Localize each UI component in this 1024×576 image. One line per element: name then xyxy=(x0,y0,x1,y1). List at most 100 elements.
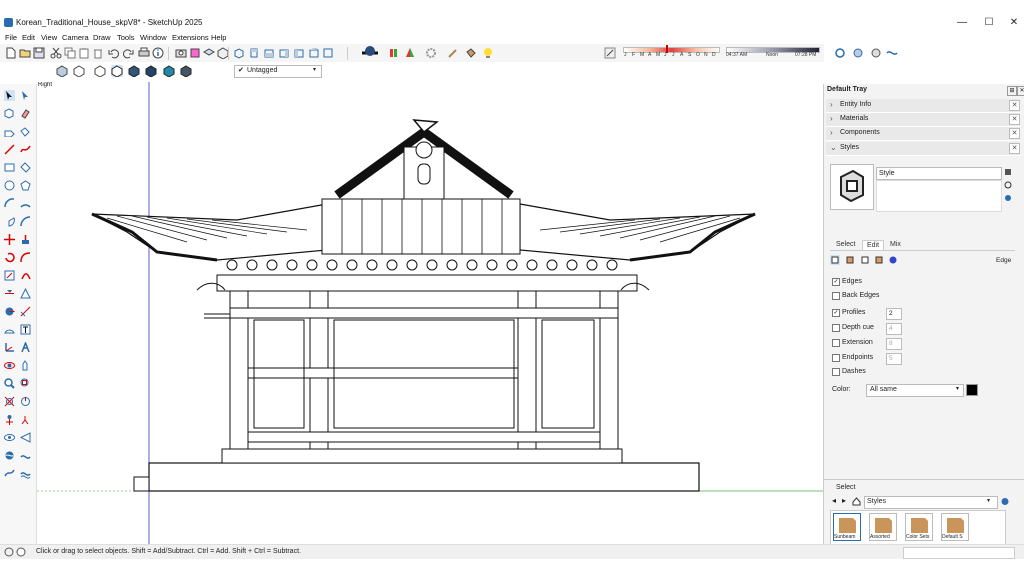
panel-close-icon[interactable]: ✕ xyxy=(1009,128,1020,139)
previous-view-icon[interactable] xyxy=(20,396,31,407)
menu-file[interactable]: File xyxy=(5,33,17,42)
ambient-occlusion-icon[interactable] xyxy=(180,65,192,77)
details-menu-icon[interactable] xyxy=(1000,497,1010,506)
modeling-viewport[interactable]: Right xyxy=(37,82,823,544)
shadows-toggle-icon[interactable] xyxy=(604,47,616,59)
protractor-icon[interactable] xyxy=(4,324,15,335)
new-file-icon[interactable] xyxy=(5,47,17,59)
stamp-icon[interactable] xyxy=(20,468,31,479)
layers-icon[interactable] xyxy=(203,47,215,59)
paste-icon[interactable] xyxy=(78,47,90,59)
panel-close-icon[interactable]: ✕ xyxy=(1009,143,1020,154)
xray-style-icon[interactable] xyxy=(56,65,68,77)
minimize-button[interactable]: — xyxy=(950,16,974,30)
copy-icon[interactable] xyxy=(64,47,76,59)
shaded-textures-style-icon[interactable] xyxy=(145,65,157,77)
material-colors-icon[interactable] xyxy=(404,47,416,59)
right-view-icon[interactable] xyxy=(278,47,290,59)
panel-close-icon[interactable]: ✕ xyxy=(1009,100,1020,111)
tag-dropdown[interactable]: ✔ Untagged ▾ xyxy=(234,65,322,78)
close-button[interactable]: ✕ xyxy=(1002,16,1024,30)
polygon-tool-icon[interactable] xyxy=(20,180,31,191)
menu-tools[interactable]: Tools xyxy=(117,33,135,42)
menu-camera[interactable]: Camera xyxy=(62,33,89,42)
refresh-icon[interactable] xyxy=(1004,181,1012,189)
watermark-settings-icon[interactable] xyxy=(874,255,884,265)
zoom-extents-icon[interactable] xyxy=(4,396,15,407)
depth-cue-checkbox[interactable] xyxy=(832,324,840,332)
style-library-dropdown[interactable]: Styles ▾ xyxy=(864,496,998,509)
bottom-view-icon[interactable] xyxy=(322,47,334,59)
extension-input[interactable]: 8 xyxy=(886,338,902,350)
circle-tool-icon[interactable] xyxy=(4,180,15,191)
text-tool-icon[interactable] xyxy=(20,324,31,335)
push-pull-icon[interactable] xyxy=(20,234,31,245)
pin-icon[interactable]: ⊞ xyxy=(1007,86,1017,96)
panel-materials[interactable]: › Materials ✕ xyxy=(826,113,1020,127)
scenes-icon[interactable] xyxy=(852,47,864,59)
style-settings-icon[interactable] xyxy=(1004,194,1012,202)
three-point-arc-icon[interactable] xyxy=(20,216,31,227)
back-view-icon[interactable] xyxy=(293,47,305,59)
3d-warehouse-icon[interactable] xyxy=(388,47,400,59)
profiles-checkbox[interactable]: ✓ xyxy=(832,309,840,317)
iso-view-icon[interactable] xyxy=(233,47,245,59)
edge-color-swatch[interactable] xyxy=(966,384,978,396)
paint-bucket-icon[interactable] xyxy=(465,47,477,59)
sync-icon[interactable] xyxy=(834,47,846,59)
endpoints-input[interactable]: 5 xyxy=(886,353,902,365)
top-view-icon[interactable] xyxy=(248,47,260,59)
edge-settings-icon[interactable] xyxy=(830,255,840,265)
tab-mix[interactable]: Mix xyxy=(886,240,905,249)
settings-gear-icon[interactable] xyxy=(425,47,437,59)
freehand-tool-icon[interactable] xyxy=(20,144,31,155)
eraser-icon[interactable] xyxy=(20,108,31,119)
zoom-window-icon[interactable] xyxy=(20,378,31,389)
select-lasso-icon[interactable] xyxy=(20,90,31,101)
geolocation-status-icon[interactable] xyxy=(4,547,14,557)
home-icon[interactable] xyxy=(852,497,861,506)
sandbox-from-contours-icon[interactable] xyxy=(4,450,15,461)
back-edges-style-icon[interactable] xyxy=(73,65,85,77)
panel-close-icon[interactable]: ✕ xyxy=(1009,114,1020,125)
geo-location-icon[interactable] xyxy=(870,47,882,59)
dimension-tool-icon[interactable] xyxy=(20,306,31,317)
tag-tool-icon[interactable] xyxy=(4,126,15,137)
cut-icon[interactable] xyxy=(50,47,62,59)
move-tool-icon[interactable] xyxy=(4,234,15,245)
pan-tool-icon[interactable] xyxy=(20,360,31,371)
endpoints-checkbox[interactable] xyxy=(832,354,840,362)
style-thumb[interactable]: Assorted xyxy=(869,513,897,541)
back-arrow-icon[interactable]: ◂ xyxy=(832,496,836,505)
dashes-checkbox[interactable] xyxy=(832,368,840,376)
depth-cue-input[interactable]: 4 xyxy=(886,323,902,335)
credits-status-icon[interactable] xyxy=(16,547,26,557)
monochrome-style-icon[interactable] xyxy=(163,65,175,77)
menu-draw[interactable]: Draw xyxy=(93,33,111,42)
style-thumb[interactable]: Color Sets xyxy=(905,513,933,541)
rotated-rectangle-icon[interactable] xyxy=(20,162,31,173)
orbit-tool-icon[interactable] xyxy=(4,360,15,371)
look-around-icon[interactable] xyxy=(4,432,15,443)
shaded-style-icon[interactable] xyxy=(128,65,140,77)
back-edges-checkbox[interactable] xyxy=(832,292,840,300)
pie-tool-icon[interactable] xyxy=(4,216,15,227)
lightbulb-icon[interactable] xyxy=(482,47,494,59)
line-tool-icon[interactable] xyxy=(4,144,15,155)
erase-icon[interactable] xyxy=(92,47,104,59)
tape-measure-icon[interactable] xyxy=(4,306,15,317)
update-style-icon[interactable] xyxy=(1004,168,1012,176)
rotate-tool-icon[interactable] xyxy=(4,252,15,263)
menu-edit[interactable]: Edit xyxy=(22,33,35,42)
menu-extensions[interactable]: Extensions xyxy=(172,33,209,42)
save-icon[interactable] xyxy=(33,47,45,59)
solid-tools-icon[interactable] xyxy=(20,288,31,299)
extension-warehouse-icon[interactable] xyxy=(360,45,380,61)
wireframe-style-icon[interactable] xyxy=(94,65,106,77)
menu-view[interactable]: View xyxy=(41,33,57,42)
modeling-settings-icon[interactable] xyxy=(888,255,898,265)
follow-me-icon[interactable] xyxy=(20,252,31,263)
rectangle-tool-icon[interactable] xyxy=(4,162,15,173)
face-settings-icon[interactable] xyxy=(845,255,855,265)
undo-icon[interactable] xyxy=(108,47,120,59)
